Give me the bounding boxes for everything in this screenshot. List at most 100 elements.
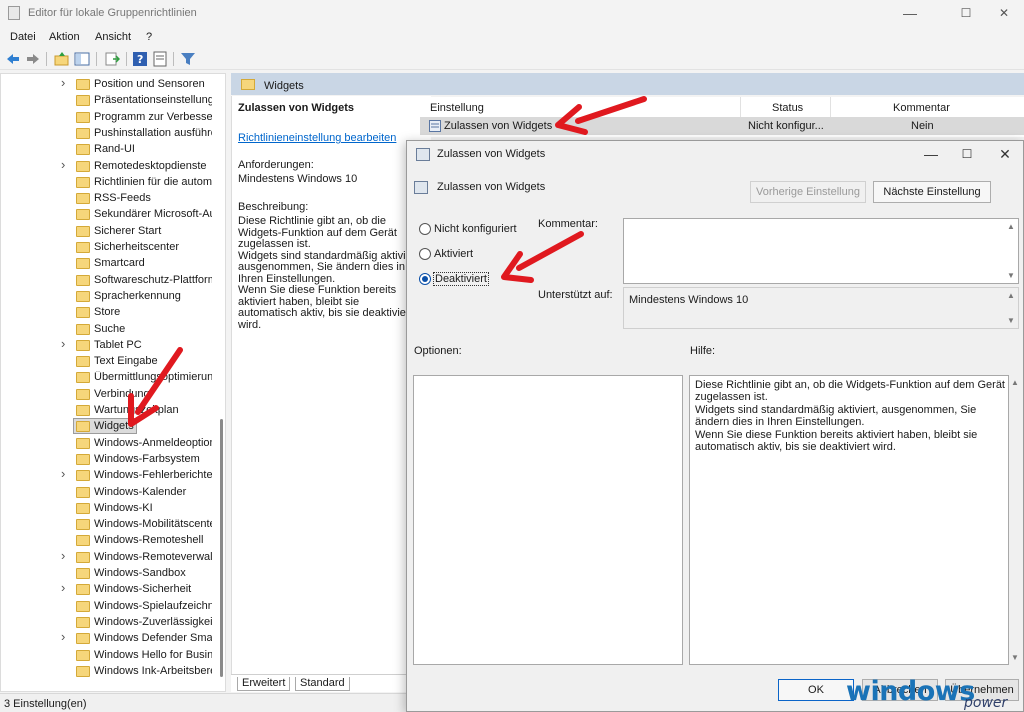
- radio-enabled[interactable]: Aktiviert: [419, 247, 539, 263]
- folder-icon: [76, 519, 90, 531]
- dialog-maximize-button[interactable]: ☐: [956, 144, 978, 164]
- tree-item[interactable]: Windows-Anmeldeoptionen: [1, 435, 217, 451]
- tree-item[interactable]: Übermittlungsoptimierung: [1, 369, 217, 385]
- tree-item-label: Windows-Anmeldeoptionen: [94, 436, 212, 449]
- up-folder-icon[interactable]: [54, 51, 70, 67]
- folder-icon: [76, 258, 90, 270]
- chevron-right-icon[interactable]: ›: [61, 336, 65, 351]
- minimize-button[interactable]: —: [900, 4, 920, 22]
- back-arrow-icon[interactable]: [5, 51, 21, 67]
- tree-item[interactable]: Text Eingabe: [1, 353, 217, 369]
- folder-icon: [76, 388, 90, 400]
- ok-button[interactable]: OK: [778, 679, 854, 701]
- tree-item-label: Windows Hello for Business: [94, 648, 212, 661]
- tree-item[interactable]: Windows-Kalender: [1, 484, 217, 500]
- folder-icon: [76, 470, 90, 482]
- description-line: ausgenommen, Sie ändern dies in: [238, 262, 405, 273]
- chevron-right-icon[interactable]: ›: [61, 75, 65, 90]
- tree-item[interactable]: Windows-Mobilitätscenter: [1, 516, 217, 532]
- tree-item[interactable]: Sicherheitscenter: [1, 239, 217, 255]
- close-button[interactable]: ✕: [994, 4, 1014, 22]
- tree-item-label: Übermittlungsoptimierung: [94, 371, 212, 384]
- folder-icon: [76, 274, 90, 286]
- tree-item[interactable]: Wartungszeitplan: [1, 402, 217, 418]
- chevron-right-icon[interactable]: ›: [61, 580, 65, 595]
- chevron-right-icon[interactable]: ›: [61, 548, 65, 563]
- tab-standard[interactable]: Standard: [295, 677, 350, 691]
- tree-item[interactable]: Windows-KI: [1, 500, 217, 516]
- tree-item[interactable]: Widgets: [1, 418, 217, 435]
- radio-not-configured-circle[interactable]: [419, 223, 431, 235]
- menu-help[interactable]: ?: [146, 31, 152, 43]
- tree-item[interactable]: Rand-UI: [1, 141, 217, 157]
- tree-scrollbar[interactable]: [217, 74, 225, 691]
- tree-item[interactable]: Programm zur Verbesserung: [1, 109, 217, 125]
- tree-item[interactable]: Sicherer Start: [1, 223, 217, 239]
- tree-item[interactable]: Windows-Sandbox: [1, 565, 217, 581]
- radio-disabled-label: Deaktiviert: [433, 272, 489, 286]
- tree-item[interactable]: Windows-Remoteshell: [1, 532, 217, 548]
- tree-item-label: Wartungszeitplan: [94, 404, 179, 416]
- tree-item[interactable]: Pushinstallation ausführen: [1, 125, 217, 141]
- tree-item[interactable]: Softwareschutz-Plattform: [1, 272, 217, 288]
- tab-extended[interactable]: Erweitert: [237, 677, 291, 691]
- radio-disabled-circle[interactable]: [419, 273, 431, 285]
- description-line: zugelassen ist.: [238, 239, 311, 250]
- tree-item[interactable]: Spracherkennung: [1, 288, 217, 304]
- tree-item[interactable]: › Position und Sensoren: [1, 75, 217, 92]
- properties-icon[interactable]: [152, 51, 168, 67]
- tree-item[interactable]: Verbindung: [1, 386, 217, 402]
- forward-arrow-icon[interactable]: [25, 51, 41, 67]
- next-setting-button[interactable]: Nächste Einstellung: [873, 181, 991, 203]
- show-hide-tree-icon[interactable]: [74, 51, 90, 67]
- chevron-right-icon[interactable]: ›: [61, 466, 65, 481]
- folder-icon: [241, 79, 255, 90]
- table-row[interactable]: Zulassen von Widgets Nicht konfigur... N…: [420, 117, 1024, 135]
- radio-disabled[interactable]: Deaktiviert: [419, 272, 539, 288]
- dialog-close-button[interactable]: ✕: [994, 144, 1016, 164]
- help-scrollbar[interactable]: ▲ ▼: [1009, 375, 1021, 665]
- tree-item[interactable]: Suche: [1, 321, 217, 337]
- tree-item[interactable]: › Windows-Fehlerberichterstattung: [1, 466, 217, 483]
- radio-not-configured[interactable]: Nicht konfiguriert: [419, 222, 539, 238]
- tree-item[interactable]: Windows Hello for Business: [1, 647, 217, 663]
- tree-item[interactable]: Windows Ink-Arbeitsbereich: [1, 663, 217, 679]
- help-icon[interactable]: ?: [132, 51, 148, 67]
- filter-icon[interactable]: [180, 51, 196, 67]
- tree-item[interactable]: Sekundärer Microsoft-Authentifikator: [1, 206, 217, 222]
- supported-scrollbar[interactable]: ▲ ▼: [1004, 288, 1018, 328]
- export-list-icon[interactable]: [104, 51, 120, 67]
- menu-bar: Datei Aktion Ansicht ?: [0, 27, 1024, 47]
- folder-icon: [76, 144, 90, 156]
- folder-icon: [76, 372, 90, 384]
- tree-item[interactable]: Windows-Farbsystem: [1, 451, 217, 467]
- tree-item[interactable]: Smartcard: [1, 255, 217, 271]
- tree-item[interactable]: Windows-Zuverlässigkeit: [1, 614, 217, 630]
- maximize-button[interactable]: ☐: [956, 4, 976, 22]
- tree-item[interactable]: › Remotedesktopdienste: [1, 157, 217, 174]
- edit-policy-link[interactable]: Richtlinieneinstellung bearbeiten: [238, 133, 413, 145]
- tree-item[interactable]: Richtlinien für die automatische: [1, 174, 217, 190]
- tree-item[interactable]: › Tablet PC: [1, 336, 217, 353]
- menu-action[interactable]: Aktion: [49, 31, 80, 43]
- comment-textarea[interactable]: ▲ ▼: [623, 218, 1019, 284]
- dialog-minimize-button[interactable]: —: [920, 144, 942, 164]
- tree-item-label: Sekundärer Microsoft-Authentifikator: [94, 208, 212, 221]
- previous-setting-button[interactable]: Vorherige Einstellung: [750, 181, 866, 203]
- tree-item[interactable]: › Windows Defender SmartScreen: [1, 629, 217, 646]
- folder-icon: [76, 95, 90, 107]
- tree-item[interactable]: RSS-Feeds: [1, 190, 217, 206]
- tree-item[interactable]: › Windows-Sicherheit: [1, 580, 217, 597]
- radio-enabled-circle[interactable]: [419, 248, 431, 260]
- menu-view[interactable]: Ansicht: [95, 31, 131, 43]
- tree-item[interactable]: Store: [1, 304, 217, 320]
- comment-scrollbar[interactable]: ▲ ▼: [1004, 219, 1018, 283]
- chevron-right-icon[interactable]: ›: [61, 157, 65, 172]
- folder-icon: [76, 323, 90, 335]
- menu-file[interactable]: Datei: [10, 31, 36, 43]
- tree-scroll-thumb[interactable]: [220, 419, 223, 677]
- chevron-right-icon[interactable]: ›: [61, 629, 65, 644]
- tree-item[interactable]: › Windows-Remoteverwaltung: [1, 548, 217, 565]
- tree-item[interactable]: Präsentationseinstellungen: [1, 92, 217, 108]
- tree-item[interactable]: Windows-Spielaufzeichnung: [1, 598, 217, 614]
